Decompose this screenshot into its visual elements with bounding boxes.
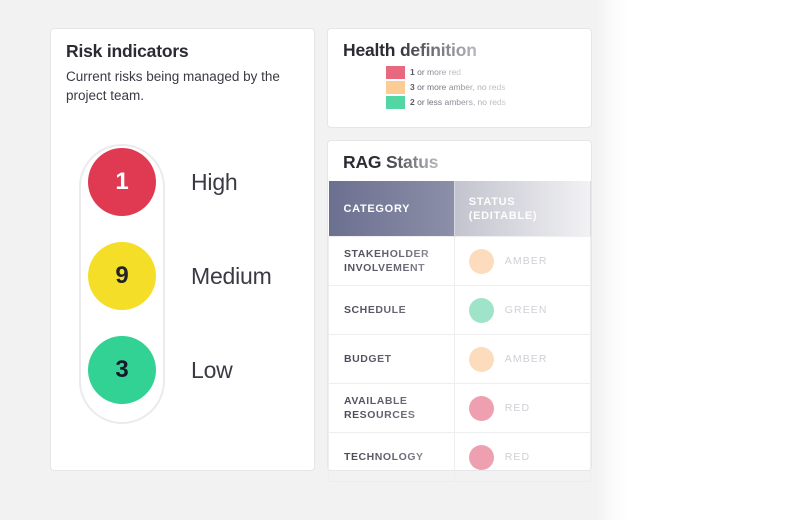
legend-item: 3 or more amber, no reds <box>386 80 506 94</box>
table-row: AVAILABLE RESOURCES RED <box>328 383 592 433</box>
rag-status-table: CATEGORY STATUS (EDITABLE) STAKEHOLDER I… <box>328 181 592 482</box>
risk-indicators-title: Risk indicators <box>66 41 189 61</box>
risk-lamp-high-label: High <box>191 169 238 195</box>
status-dot-green <box>468 297 494 323</box>
risk-lamp-medium-label: Medium <box>191 263 272 289</box>
table-row: TECHNOLOGY RED <box>328 432 592 482</box>
risk-lamp-low-count: 3 <box>115 356 129 383</box>
row-category-label: TECHNOLOGY <box>344 450 454 464</box>
row-status-label: GREEN <box>504 304 548 316</box>
legend-label-green: 2 or less ambers, no reds <box>410 97 506 107</box>
row-category-cell: STAKEHOLDER INVOLVEMENT <box>328 236 455 286</box>
table-row: BUDGET AMBER <box>328 334 592 384</box>
column-header-status-label: STATUS <box>468 195 516 208</box>
legend-item: 2 or less ambers, no reds <box>386 95 506 109</box>
row-status-label: RED <box>504 402 531 414</box>
status-dot-amber <box>468 248 494 274</box>
row-category-label: STAKEHOLDER INVOLVEMENT <box>344 247 454 275</box>
row-status-cell[interactable]: RED <box>453 432 592 482</box>
row-category-cell: AVAILABLE RESOURCES <box>328 383 455 433</box>
row-status-cell[interactable]: GREEN <box>453 285 592 335</box>
row-status-label: AMBER <box>504 353 548 365</box>
legend-text-red: or more red <box>414 67 462 77</box>
status-dot-red <box>468 395 494 421</box>
dashboard-stage: Risk indicators Current risks being mana… <box>0 0 800 520</box>
table-row: STAKEHOLDER INVOLVEMENT AMBER <box>328 236 592 286</box>
row-category-label: SCHEDULE <box>344 303 454 317</box>
legend-swatch-green <box>386 95 405 109</box>
risk-lamp-high[interactable]: 1 <box>88 148 156 216</box>
column-header-category[interactable]: CATEGORY <box>328 181 455 237</box>
page-background-fade <box>596 0 630 520</box>
risk-lamp-medium-count: 9 <box>115 262 129 289</box>
health-definition-card: Health definition 1 or more red 3 or mor… <box>327 28 592 128</box>
legend-label-red: 1 or more red <box>410 67 461 77</box>
risk-lamp-low[interactable]: 3 <box>88 336 156 404</box>
health-definition-legend: 1 or more red 3 or more amber, no reds 2… <box>386 65 506 110</box>
risk-lamp-medium[interactable]: 9 <box>88 242 156 310</box>
legend-swatch-red <box>386 65 405 79</box>
column-header-status[interactable]: STATUS (EDITABLE) <box>454 181 591 237</box>
rag-status-card: RAG Status CATEGORY STATUS (EDITABLE) ST… <box>327 140 592 482</box>
legend-text-amber: or more amber, no reds <box>414 82 506 92</box>
table-header-row: CATEGORY STATUS (EDITABLE) <box>328 181 591 237</box>
risk-indicators-subtitle: Current risks being managed by the proje… <box>66 69 280 103</box>
legend-text-green: or less ambers, no reds <box>414 97 506 107</box>
column-header-status-sublabel: (EDITABLE) <box>468 209 538 222</box>
row-category-cell: SCHEDULE <box>328 285 455 335</box>
status-dot-red <box>468 444 494 470</box>
row-status-label: AMBER <box>504 255 548 267</box>
row-status-cell[interactable]: AMBER <box>453 334 592 384</box>
health-definition-title: Health definition <box>343 40 477 60</box>
row-status-label: RED <box>504 451 531 463</box>
table-row: SCHEDULE GREEN <box>328 285 592 335</box>
row-category-cell: TECHNOLOGY <box>328 432 455 482</box>
status-dot-amber <box>468 346 494 372</box>
risk-indicators-card: Risk indicators Current risks being mana… <box>50 28 315 471</box>
row-category-label: BUDGET <box>344 352 454 366</box>
row-status-cell[interactable]: AMBER <box>453 236 592 286</box>
column-header-category-label: CATEGORY <box>343 202 411 215</box>
legend-label-amber: 3 or more amber, no reds <box>410 82 505 92</box>
row-category-cell: BUDGET <box>328 334 455 384</box>
row-category-label: AVAILABLE RESOURCES <box>344 394 454 422</box>
risk-lamp-high-count: 1 <box>115 168 129 195</box>
legend-item: 1 or more red <box>386 65 506 79</box>
rag-status-title: RAG Status <box>343 152 439 172</box>
row-status-cell[interactable]: RED <box>453 383 592 433</box>
legend-swatch-amber <box>386 80 405 94</box>
risk-lamp-low-label: Low <box>191 357 233 383</box>
